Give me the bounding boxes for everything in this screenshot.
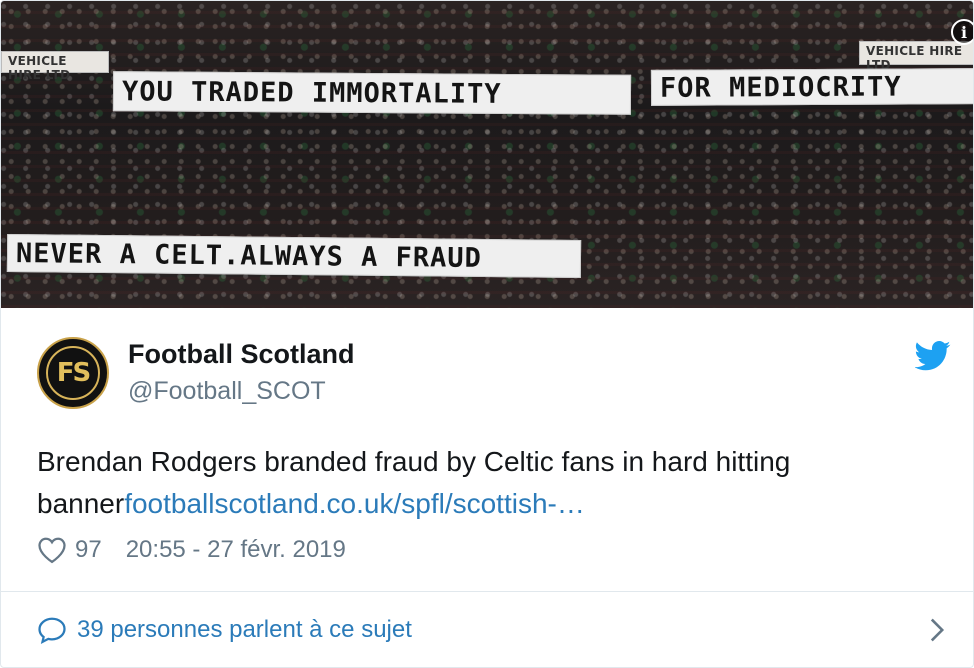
conversation-link[interactable]: 39 personnes parlent à ce sujet <box>37 613 412 647</box>
tweet-text: Brendan Rodgers branded fraud by Celtic … <box>37 441 937 525</box>
fan-banner-bottom: NEVER A CELT.ALWAYS A FRAUD <box>6 233 582 279</box>
tweet-photo[interactable]: VEHICLE HIRE LTD VEHICLE HIRE LTD YOU TR… <box>1 1 973 308</box>
footer-divider <box>1 591 973 592</box>
twitter-bird-icon[interactable] <box>915 341 951 371</box>
sponsor-board-left: VEHICLE HIRE LTD <box>1 51 109 82</box>
info-icon[interactable]: i <box>951 19 973 45</box>
speech-bubble-icon <box>38 617 66 644</box>
tweet-timestamp[interactable]: 20:55 - 27 févr. 2019 <box>126 536 346 564</box>
fan-banner-top-right: FOR MEDIOCRITY <box>650 68 973 106</box>
tweet-meta: 97 20:55 - 27 févr. 2019 <box>37 535 346 565</box>
chevron-right-icon[interactable] <box>927 617 947 643</box>
author-handle[interactable]: @Football_SCOT <box>128 377 326 406</box>
avatar-logo: FS <box>46 346 100 400</box>
tweet-link[interactable]: footballscotland.co.uk/spfl/scottish-… <box>124 488 585 519</box>
embedded-tweet-card: VEHICLE HIRE LTD VEHICLE HIRE LTD YOU TR… <box>0 0 974 668</box>
conversation-text[interactable]: 39 personnes parlent à ce sujet <box>77 616 412 644</box>
avatar[interactable]: FS <box>37 337 109 409</box>
sponsor-board-right: VEHICLE HIRE LTD <box>859 41 973 72</box>
fan-banner-top-left: YOU TRADED IMMORTALITY <box>112 71 632 115</box>
like-count[interactable]: 97 <box>75 536 102 564</box>
author-name[interactable]: Football Scotland <box>128 339 355 370</box>
heart-icon[interactable] <box>37 536 67 564</box>
